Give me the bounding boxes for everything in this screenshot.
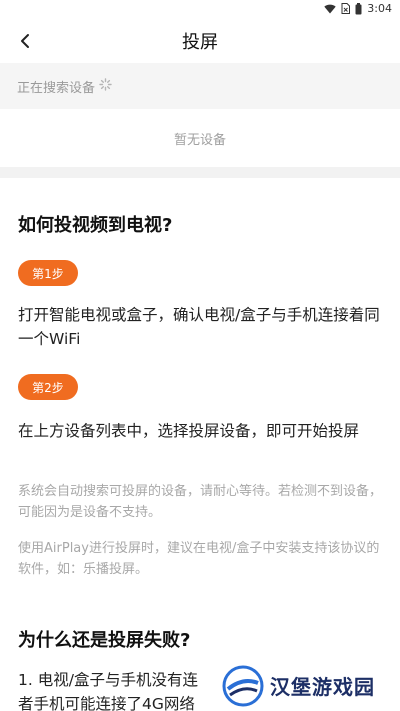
empty-devices-text: 暂无设备	[173, 132, 226, 148]
status-bar: 3:04	[0, 0, 400, 18]
section-divider	[0, 167, 400, 178]
loading-spinner-icon	[99, 77, 112, 95]
help-section: 如何投视频到电视? 第1步 打开智能电视或盒子，确认电视/盒子与手机连接着同一个…	[0, 178, 400, 711]
step-1-text: 打开智能电视或盒子，确认电视/盒子与手机连接着同一个WiFi	[18, 306, 380, 348]
device-list: 暂无设备	[0, 109, 400, 167]
status-time: 3:04	[367, 2, 392, 15]
step-2-badge: 第2步	[18, 374, 78, 400]
search-status-row: 正在搜索设备	[0, 63, 400, 109]
fail-item-2: 者手机可能连接了4G网络	[18, 695, 195, 711]
wifi-icon	[324, 4, 336, 13]
page-title: 投屏	[182, 32, 218, 53]
how-to-title: 如何投视频到电视?	[18, 215, 173, 236]
sim-icon	[341, 3, 351, 14]
fail-item-1: 1. 电视/盒子与手机没有连	[18, 671, 198, 689]
note-airplay: 使用AirPlay进行投屏时，建议在电视/盒子中安装支持该协议的软件，如：乐播投…	[18, 541, 380, 577]
battery-icon	[355, 2, 362, 14]
step-1-badge: 第1步	[18, 260, 78, 286]
search-status-text: 正在搜索设备	[17, 80, 96, 96]
step-2-text: 在上方设备列表中，选择投屏设备，即可开始投屏	[18, 422, 360, 440]
fail-title: 为什么还是投屏失败?	[18, 630, 191, 651]
app-bar: 投屏	[0, 18, 400, 63]
note-search: 系统会自动搜索可投屏的设备，请耐心等待。若检测不到设备，可能因为是设备不支持。	[18, 484, 383, 520]
